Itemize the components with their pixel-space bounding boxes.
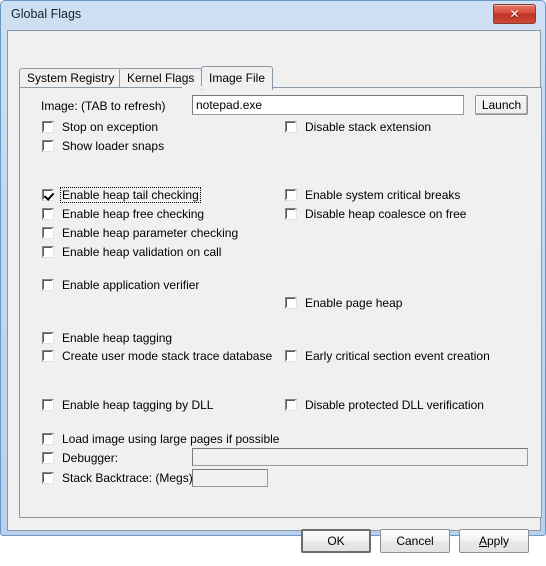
checkbox-label: Enable heap tail checking xyxy=(60,187,201,203)
checkbox-load-image-using-large-pages[interactable]: Load image using large pages if possible xyxy=(42,432,280,446)
checkbox-box xyxy=(42,140,54,152)
checkbox-stop-on-exception[interactable]: Stop on exception xyxy=(42,120,159,134)
checkbox-disable-heap-coalesce-on-free[interactable]: Disable heap coalesce on free xyxy=(285,207,467,221)
checkbox-label: Disable stack extension xyxy=(305,120,432,134)
checkbox-label: Enable heap tagging xyxy=(62,331,173,345)
checkbox-enable-system-critical-breaks[interactable]: Enable system critical breaks xyxy=(285,188,461,202)
window-title: Global Flags xyxy=(11,7,82,21)
checkbox-box xyxy=(285,297,297,309)
apply-button[interactable]: Apply xyxy=(459,529,529,553)
checkbox-label: Enable page heap xyxy=(305,296,403,310)
ok-button[interactable]: OK xyxy=(301,529,371,553)
apply-label-rest: pply xyxy=(487,534,510,548)
checkbox-label: Early critical section event creation xyxy=(305,349,490,363)
tab-kernel-flags[interactable]: Kernel Flags xyxy=(119,68,203,88)
tab-system-registry[interactable]: System Registry xyxy=(19,68,123,88)
checkbox-stack-backtrace[interactable]: Stack Backtrace: (Megs) xyxy=(42,471,194,485)
checkbox-early-critical-section-event-creation[interactable]: Early critical section event creation xyxy=(285,349,491,363)
checkbox-label: Create user mode stack trace database xyxy=(62,349,273,363)
launch-button[interactable]: Launch xyxy=(475,95,528,115)
checkbox-box xyxy=(42,227,54,239)
checkbox-box xyxy=(42,472,54,484)
dialog-client-area: System Registry Kernel Flags Image File … xyxy=(7,30,542,553)
checkbox-create-user-mode-stack-trace-database[interactable]: Create user mode stack trace database xyxy=(42,349,273,363)
checkbox-box xyxy=(285,399,297,411)
checkbox-enable-heap-free-checking[interactable]: Enable heap free checking xyxy=(42,207,205,221)
close-button[interactable]: ✕ xyxy=(493,4,536,24)
checkbox-show-loader-snaps[interactable]: Show loader snaps xyxy=(42,139,165,153)
checkbox-box xyxy=(42,208,54,220)
global-flags-window: Global Flags ✕ System Registry Kernel Fl… xyxy=(0,0,546,553)
checkbox-label: Show loader snaps xyxy=(62,139,165,153)
checkbox-label: Enable heap parameter checking xyxy=(62,226,239,240)
checkbox-enable-heap-tagging[interactable]: Enable heap tagging xyxy=(42,331,173,345)
checkbox-label: Load image using large pages if possible xyxy=(62,432,280,446)
checkbox-enable-heap-parameter-checking[interactable]: Enable heap parameter checking xyxy=(42,226,239,240)
checkbox-box xyxy=(42,350,54,362)
checkbox-box xyxy=(285,189,297,201)
checkbox-box xyxy=(42,332,54,344)
checkbox-enable-page-heap[interactable]: Enable page heap xyxy=(285,296,403,310)
image-file-panel: Image: (TAB to refresh) Launch Stop on e… xyxy=(19,87,542,518)
checkbox-label: Debugger: xyxy=(62,451,119,465)
checkbox-box xyxy=(285,121,297,133)
checkbox-label: Disable protected DLL verification xyxy=(305,398,484,412)
checkbox-label: Disable heap coalesce on free xyxy=(305,207,467,221)
checkbox-box xyxy=(42,433,54,445)
checkbox-disable-protected-dll-verification[interactable]: Disable protected DLL verification xyxy=(285,398,485,412)
checkbox-box xyxy=(42,452,54,464)
checkbox-box xyxy=(42,279,54,291)
title-bar[interactable]: Global Flags ✕ xyxy=(1,1,546,30)
checkbox-label: Enable system critical breaks xyxy=(305,188,461,202)
checkbox-enable-heap-tail-checking[interactable]: Enable heap tail checking xyxy=(42,187,201,203)
checkbox-box xyxy=(285,208,297,220)
checkbox-enable-heap-validation-on-call[interactable]: Enable heap validation on call xyxy=(42,245,222,259)
checkbox-label: Enable heap tagging by DLL xyxy=(62,398,214,412)
checkbox-box xyxy=(42,246,54,258)
checkbox-enable-application-verifier[interactable]: Enable application verifier xyxy=(42,278,200,292)
tab-selected-seam xyxy=(182,86,242,89)
image-label: Image: (TAB to refresh) xyxy=(41,99,166,113)
checkbox-box xyxy=(42,399,54,411)
checkbox-label: Enable heap validation on call xyxy=(62,245,222,259)
debugger-input[interactable] xyxy=(192,448,528,466)
dialog-button-bar: OK Cancel Apply xyxy=(8,518,542,566)
checkbox-box xyxy=(42,121,54,133)
stack-backtrace-input[interactable] xyxy=(192,469,268,487)
checkbox-disable-stack-extension[interactable]: Disable stack extension xyxy=(285,120,432,134)
checkbox-enable-heap-tagging-by-dll[interactable]: Enable heap tagging by DLL xyxy=(42,398,214,412)
apply-accelerator: A xyxy=(478,534,487,548)
cancel-button[interactable]: Cancel xyxy=(380,529,450,553)
checkbox-label: Enable application verifier xyxy=(62,278,200,292)
checkbox-box xyxy=(42,189,54,201)
checkbox-label: Stop on exception xyxy=(62,120,159,134)
checkbox-label: Enable heap free checking xyxy=(62,207,205,221)
close-icon: ✕ xyxy=(509,7,520,21)
image-input[interactable] xyxy=(192,95,464,115)
checkbox-label: Stack Backtrace: (Megs) xyxy=(62,471,193,485)
checkbox-debugger[interactable]: Debugger: xyxy=(42,451,119,465)
checkbox-box xyxy=(285,350,297,362)
